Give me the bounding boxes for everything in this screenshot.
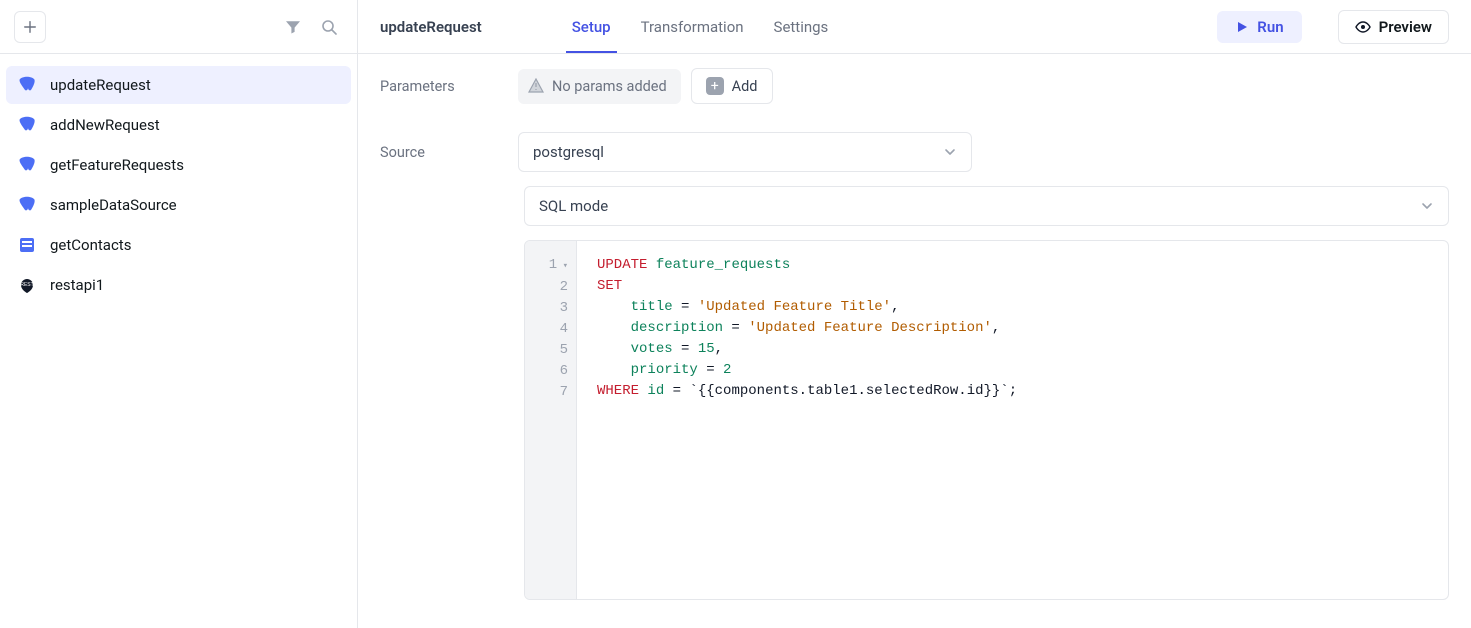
postgres-icon bbox=[18, 116, 36, 134]
no-params-text: No params added bbox=[552, 78, 667, 95]
warning-icon bbox=[528, 78, 544, 94]
chevron-down-icon bbox=[1420, 199, 1434, 213]
query-list: updateRequest addNewRequest getFeatureRe… bbox=[0, 54, 357, 628]
query-item-getcontacts[interactable]: getContacts bbox=[6, 226, 351, 264]
restapi-icon: REST bbox=[18, 276, 36, 294]
run-button[interactable]: Run bbox=[1217, 11, 1301, 43]
line-number: 1 bbox=[533, 255, 568, 277]
add-param-button[interactable]: + Add bbox=[691, 68, 773, 104]
row-source: Source postgresql bbox=[358, 118, 1471, 186]
play-icon bbox=[1235, 20, 1249, 34]
tab-label: Setup bbox=[572, 18, 611, 36]
source-label: Source bbox=[380, 144, 502, 161]
topbar: updateRequest Setup Transformation Setti… bbox=[358, 0, 1471, 54]
source-select[interactable]: postgresql bbox=[518, 132, 972, 172]
tab-setup[interactable]: Setup bbox=[570, 2, 613, 52]
row-mode: SQL mode bbox=[358, 186, 1471, 240]
tab-transformation[interactable]: Transformation bbox=[639, 2, 746, 52]
query-item-label: getContacts bbox=[50, 236, 131, 254]
query-item-label: updateRequest bbox=[50, 76, 151, 94]
sidebar-toolbar bbox=[0, 0, 357, 54]
tab-settings[interactable]: Settings bbox=[772, 2, 831, 52]
add-label: Add bbox=[732, 78, 758, 95]
svg-text:REST: REST bbox=[20, 282, 33, 288]
query-item-addnewrequest[interactable]: addNewRequest bbox=[6, 106, 351, 144]
code-editor[interactable]: UPDATE feature_requests SET title = 'Upd… bbox=[577, 241, 1448, 599]
line-number: 4 bbox=[533, 319, 568, 340]
editor: 1 2 3 4 5 6 7 UPDATE feature_requests SE… bbox=[358, 240, 1471, 614]
postgres-icon bbox=[18, 196, 36, 214]
filter-button[interactable] bbox=[279, 13, 307, 41]
query-item-label: getFeatureRequests bbox=[50, 156, 184, 174]
query-item-sampledatasource[interactable]: sampleDataSource bbox=[6, 186, 351, 224]
row-parameters: Parameters No params added + Add bbox=[358, 54, 1471, 118]
line-number: 7 bbox=[533, 382, 568, 403]
sidebar: updateRequest addNewRequest getFeatureRe… bbox=[0, 0, 358, 628]
tab-label: Transformation bbox=[641, 18, 744, 36]
query-item-restapi1[interactable]: REST restapi1 bbox=[6, 266, 351, 304]
line-number: 6 bbox=[533, 361, 568, 382]
query-item-updaterequest[interactable]: updateRequest bbox=[6, 66, 351, 104]
query-item-label: sampleDataSource bbox=[50, 196, 177, 214]
add-query-button[interactable] bbox=[14, 11, 46, 43]
search-icon bbox=[321, 19, 337, 35]
plus-badge-icon: + bbox=[706, 77, 724, 95]
source-value: postgresql bbox=[533, 143, 604, 161]
filter-icon bbox=[285, 19, 301, 35]
query-item-getfeaturerequests[interactable]: getFeatureRequests bbox=[6, 146, 351, 184]
content: Parameters No params added + Add Source bbox=[358, 54, 1471, 628]
preview-button[interactable]: Preview bbox=[1338, 10, 1449, 44]
main: updateRequest Setup Transformation Setti… bbox=[358, 0, 1471, 628]
run-label: Run bbox=[1257, 18, 1283, 36]
line-number: 5 bbox=[533, 340, 568, 361]
tab-label: Settings bbox=[774, 18, 829, 36]
line-number: 3 bbox=[533, 298, 568, 319]
chevron-down-icon bbox=[943, 145, 957, 159]
postgres-icon bbox=[18, 76, 36, 94]
parameters-label: Parameters bbox=[380, 78, 502, 95]
plus-icon bbox=[23, 20, 37, 34]
postgres-icon bbox=[18, 156, 36, 174]
query-item-label: restapi1 bbox=[50, 276, 104, 294]
tabs: Setup Transformation Settings bbox=[570, 0, 831, 53]
preview-label: Preview bbox=[1379, 18, 1432, 36]
sheets-icon bbox=[18, 236, 36, 254]
query-title: updateRequest bbox=[380, 18, 482, 36]
line-number: 2 bbox=[533, 277, 568, 298]
mode-select[interactable]: SQL mode bbox=[524, 186, 1449, 226]
search-button[interactable] bbox=[315, 13, 343, 41]
eye-icon bbox=[1355, 19, 1371, 35]
editor-gutter: 1 2 3 4 5 6 7 bbox=[525, 241, 577, 599]
query-item-label: addNewRequest bbox=[50, 116, 160, 134]
no-params-badge: No params added bbox=[518, 69, 681, 104]
mode-value: SQL mode bbox=[539, 197, 608, 215]
